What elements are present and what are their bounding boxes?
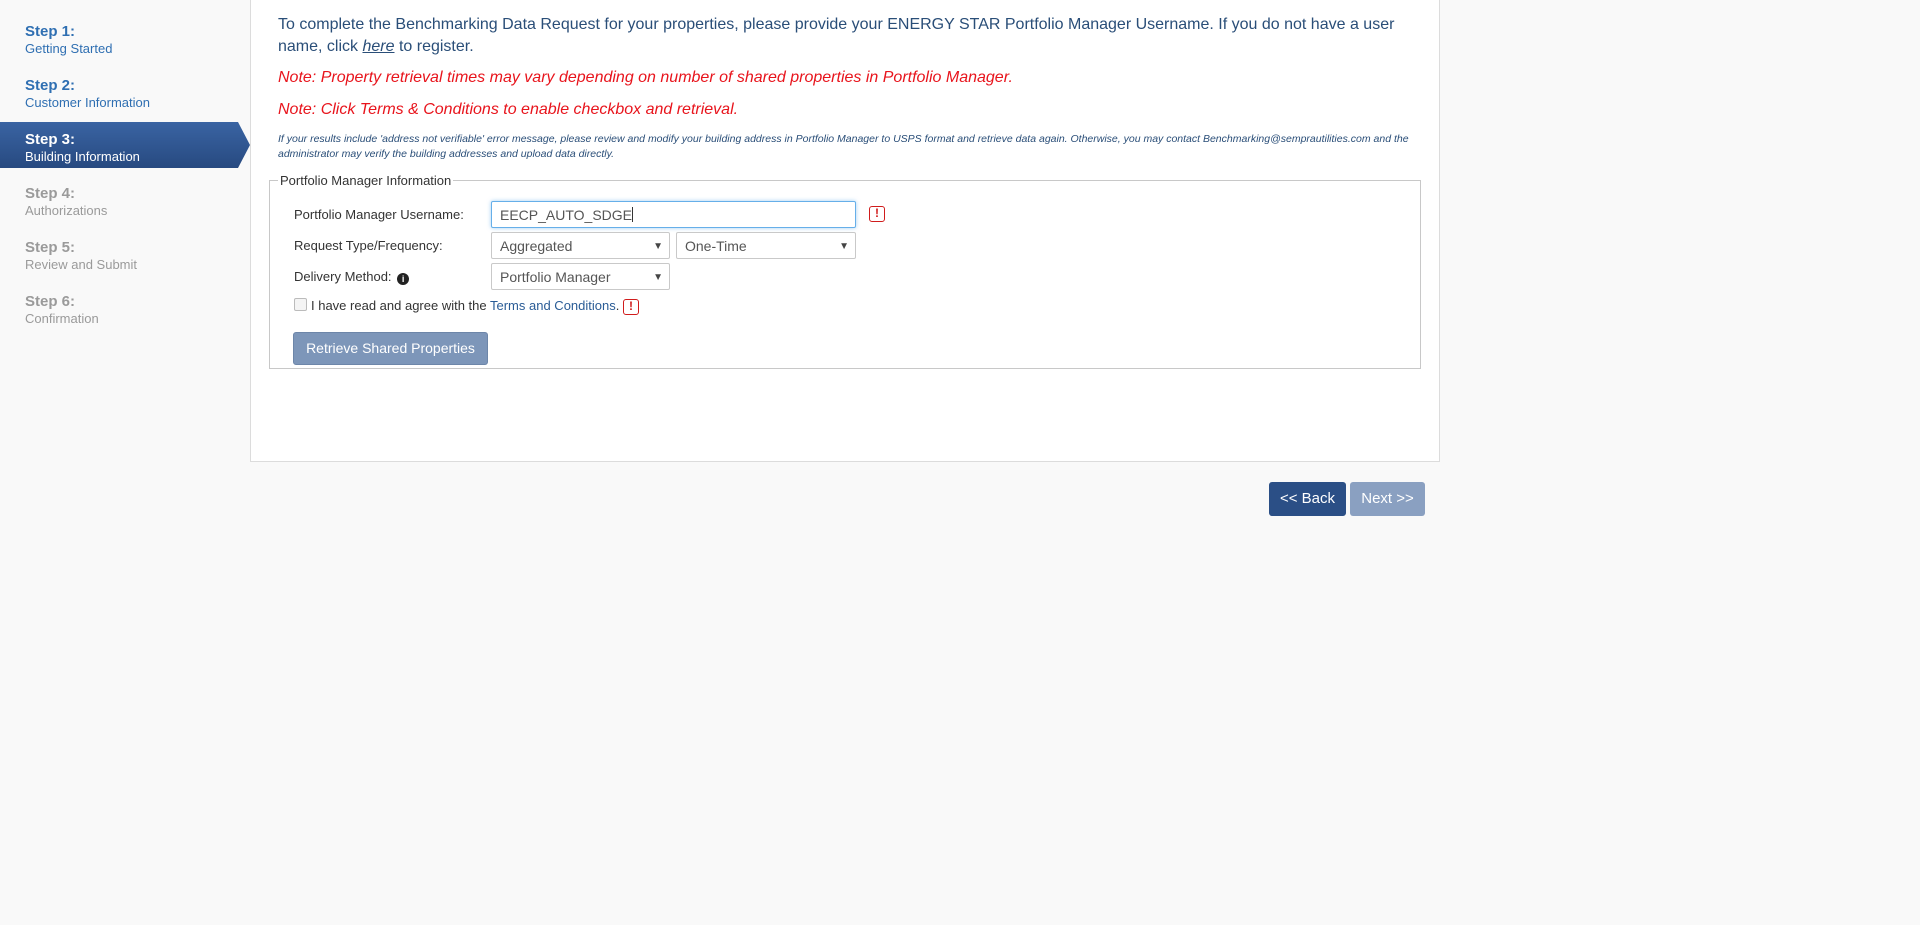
address-verification-note: If your results include 'address not ver… bbox=[278, 133, 1409, 160]
intro-text-end: to register. bbox=[394, 38, 474, 55]
frequency-value: One-Time bbox=[685, 238, 747, 254]
terms-note: Note: Click Terms & Conditions to enable… bbox=[278, 101, 739, 118]
step-number: Step 2: bbox=[25, 77, 76, 94]
step-number: Step 1: bbox=[25, 23, 76, 40]
fieldset-legend: Portfolio Manager Information bbox=[280, 173, 452, 188]
step-3-building-information[interactable]: Step 3: Building Information bbox=[0, 122, 250, 168]
step-label: Getting Started bbox=[25, 41, 113, 56]
request-type-label: Request Type/Frequency: bbox=[294, 238, 443, 253]
step-2-customer-information[interactable]: Step 2: Customer Information bbox=[0, 68, 250, 114]
request-type-value: Aggregated bbox=[500, 238, 573, 254]
username-input[interactable]: EECP_AUTO_SDGE bbox=[491, 201, 856, 228]
delivery-method-text: Delivery Method: bbox=[294, 269, 392, 284]
back-button[interactable]: << Back bbox=[1269, 482, 1346, 516]
terms-and-conditions-link[interactable]: Terms and Conditions bbox=[490, 298, 616, 313]
step-label: Building Information bbox=[25, 149, 140, 164]
step-5-review-and-submit[interactable]: Step 5: Review and Submit bbox=[0, 230, 250, 276]
step-4-authorizations[interactable]: Step 4: Authorizations bbox=[0, 176, 250, 222]
step-label: Confirmation bbox=[25, 311, 99, 326]
chevron-down-icon: ▼ bbox=[653, 241, 663, 252]
agree-end: . bbox=[615, 298, 620, 313]
username-value: EECP_AUTO_SDGE bbox=[500, 207, 633, 223]
step-number: Step 3: bbox=[25, 131, 76, 148]
next-button[interactable]: Next >> bbox=[1350, 482, 1425, 516]
retrieval-time-note: Note: Property retrieval times may vary … bbox=[278, 69, 1013, 86]
portfolio-manager-fieldset: Portfolio Manager Information Portfolio … bbox=[269, 173, 1421, 369]
username-label: Portfolio Manager Username: bbox=[294, 207, 464, 222]
delivery-method-value: Portfolio Manager bbox=[500, 269, 611, 285]
step-number: Step 5: bbox=[25, 239, 76, 256]
username-error-icon: ! bbox=[869, 206, 885, 222]
terms-agreement: I have read and agree with the Terms and… bbox=[311, 298, 619, 313]
content-panel: To complete the Benchmarking Data Reques… bbox=[250, 0, 1440, 462]
info-icon[interactable]: i bbox=[397, 273, 410, 285]
request-type-select[interactable]: Aggregated ▼ bbox=[491, 232, 670, 259]
step-1-getting-started[interactable]: Step 1: Getting Started bbox=[0, 14, 250, 60]
chevron-down-icon: ▼ bbox=[653, 272, 663, 283]
step-label: Review and Submit bbox=[25, 257, 137, 272]
terms-error-icon: ! bbox=[623, 299, 639, 315]
step-number: Step 4: bbox=[25, 185, 76, 202]
register-link[interactable]: here bbox=[362, 38, 394, 55]
frequency-select[interactable]: One-Time ▼ bbox=[676, 232, 856, 259]
delivery-method-select[interactable]: Portfolio Manager ▼ bbox=[491, 263, 670, 290]
chevron-down-icon: ▼ bbox=[839, 241, 849, 252]
intro-text: To complete the Benchmarking Data Reques… bbox=[278, 14, 1418, 58]
step-label: Customer Information bbox=[25, 95, 150, 110]
agree-text: I have read and agree with the bbox=[311, 298, 490, 313]
retrieve-shared-properties-button[interactable]: Retrieve Shared Properties bbox=[293, 332, 488, 365]
delivery-method-label: Delivery Method: i bbox=[294, 269, 410, 285]
step-number: Step 6: bbox=[25, 293, 76, 310]
step-label: Authorizations bbox=[25, 203, 108, 218]
step-6-confirmation[interactable]: Step 6: Confirmation bbox=[0, 284, 250, 330]
terms-checkbox[interactable] bbox=[294, 298, 307, 311]
